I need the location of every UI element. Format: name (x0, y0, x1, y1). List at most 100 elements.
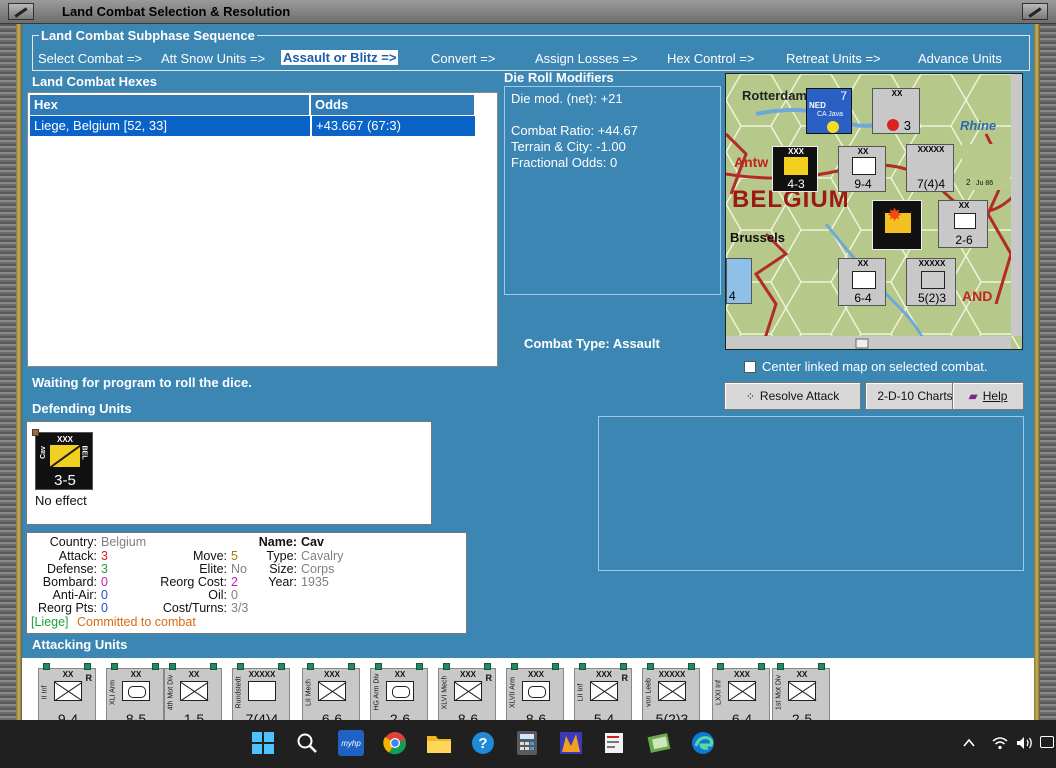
attacking-unit-counter[interactable]: XXX LXXI Inf 6-4 (712, 663, 770, 728)
myhp-icon[interactable]: myhp (338, 730, 364, 756)
search-icon[interactable] (294, 730, 320, 756)
attacking-unit-symbol (318, 681, 346, 701)
step-att-snow-units: Att Snow Units => (161, 51, 266, 66)
status-text: Waiting for program to roll the dice. (32, 375, 252, 390)
charts-button[interactable]: 2-D-10 Charts (865, 382, 965, 410)
attacking-unit-counter[interactable]: XXXXX Rundstedt 7(4)4 (232, 663, 290, 728)
map-unit-6[interactable]: XX 2-6 (938, 200, 988, 248)
attacking-unit-symbol (454, 681, 482, 701)
center-map-checkbox[interactable] (744, 361, 756, 373)
map-unit-vonleeb[interactable]: XXXXX 5(2)3 (906, 258, 956, 306)
attacking-unit-symbol (788, 681, 816, 701)
map-unit-4-size: XX (857, 147, 869, 156)
hex-row-hex[interactable]: Liege, Belgium [52, 33] (30, 116, 310, 136)
attacking-unit-led-left (717, 663, 724, 670)
attacking-unit-counter[interactable]: XX 4th Mot Div 1-5 (164, 663, 222, 728)
tray-chevron-up-icon[interactable] (962, 736, 976, 750)
info-type-label: Type: (266, 549, 297, 563)
map-unit-ju86-name: Ju 86 (976, 180, 994, 187)
attacking-unit-counter[interactable]: XXX LII Inf R 5-4 (574, 663, 632, 728)
map-unit-rundstedt[interactable]: XXXXX 7(4)4 (906, 144, 954, 192)
attacking-unit-counter[interactable]: XXX XLVII Arm 8-6 (506, 663, 564, 728)
step-select-combat: Select Combat => (38, 51, 143, 66)
resolve-attack-button[interactable]: ⁘ Resolve Attack (724, 382, 861, 410)
info-attack: 3 (101, 549, 108, 563)
file-explorer-icon[interactable] (426, 730, 452, 756)
defending-unit-counter[interactable]: XXX Cav BEL 3-5 (32, 429, 93, 490)
attacking-unit-led-right (210, 663, 217, 670)
wifi-icon[interactable] (992, 735, 1008, 751)
attacking-unit-led-right (484, 663, 491, 670)
attacking-unit-symbol (590, 681, 618, 701)
map-unit-bel[interactable]: XXX 4-3 (772, 146, 818, 192)
map-unit-4[interactable]: XX 9-4 (838, 146, 886, 192)
defending-unit-result: No effect (35, 493, 87, 508)
attacking-unit-counter[interactable]: XXX XLVI Mech R 8-6 (438, 663, 496, 728)
hex-row-odds[interactable]: +43.667 (67:3) (311, 116, 475, 136)
attacking-unit-counter[interactable]: XX XLI Arm 8-5 (106, 663, 164, 728)
attacking-unit-symbol (522, 681, 550, 701)
window-right-frame (1040, 24, 1056, 720)
attacking-unit-counter[interactable]: XX 1st Mot Div 2-5 (772, 663, 830, 728)
col-header-hex[interactable]: Hex (30, 95, 310, 115)
attacking-unit-counter[interactable]: XXX LII Mech 6-6 (302, 663, 360, 728)
attacking-unit-led-right (688, 663, 695, 670)
step-convert: Convert => (431, 51, 496, 66)
taskbar: myhp ? (0, 720, 1056, 768)
app-icon[interactable] (646, 730, 672, 756)
attacking-unit-led-left (43, 663, 50, 670)
edge-icon[interactable] (690, 730, 716, 756)
combat-hexes-table: Hex Odds Liege, Belgium [52, 33] +43.667… (27, 92, 498, 367)
info-defense: 3 (101, 562, 108, 576)
terrain-city: Terrain & City: -1.00 (511, 139, 626, 154)
windows-start-icon[interactable] (250, 730, 276, 756)
map-unit-ned-marker (827, 121, 839, 133)
help-button[interactable]: ▰ Help (952, 382, 1024, 410)
die-mod-net: Die mod. (net): +21 (511, 91, 623, 106)
title-bar[interactable]: Land Combat Selection & Resolution (0, 0, 1056, 24)
info-elite-label: Elite: (199, 562, 227, 576)
map-aircraft-ju86[interactable]: 2 Ju 86 (962, 144, 1010, 190)
info-antiair-label: Anti-Air: (52, 588, 97, 602)
combat-explosion-icon: ✸ (887, 205, 903, 225)
map-unit-9[interactable]: 4 (726, 258, 752, 304)
attacking-unit-name: LII Mech (305, 679, 313, 706)
window-menu-button[interactable] (8, 3, 34, 20)
window-close-button[interactable] (1022, 3, 1048, 20)
map-unit-ned[interactable]: NED CA Java 7 (806, 88, 852, 134)
game-icon[interactable] (558, 730, 584, 756)
map-unit-4-symbol (852, 157, 876, 175)
defending-unit-strength: 3-5 (54, 472, 76, 489)
chrome-icon[interactable] (382, 730, 408, 756)
calculator-icon[interactable] (514, 730, 540, 756)
map-unit-bel-symbol (784, 157, 808, 175)
map-unit-selected[interactable]: ✸ (872, 200, 922, 250)
help-icon[interactable]: ? (470, 730, 496, 756)
attacking-unit-counter[interactable]: XX II Inf R 9-4 (38, 663, 96, 728)
col-header-odds[interactable]: Odds (311, 95, 475, 115)
attacking-unit-counter[interactable]: XX HG Arm Div 2-6 (370, 663, 428, 728)
linked-map[interactable]: Rotterdam Rhine Antw BELGIUM Brussels AN… (725, 73, 1023, 350)
map-unit-7[interactable]: XX 6-4 (838, 258, 886, 306)
map-unit-6-symbol (954, 213, 976, 229)
battery-icon[interactable] (1040, 736, 1054, 748)
right-rail (1034, 24, 1040, 720)
charts-label: 2-D-10 Charts (877, 389, 953, 403)
defending-unit-nation: BEL (80, 445, 88, 460)
attacking-unit-counter[interactable]: XXXXX von Leeb 5(2)3 (642, 663, 700, 728)
subphase-sequence: Land Combat Subphase Sequence Select Com… (32, 28, 1030, 71)
map-unit-7-symbol (852, 271, 876, 289)
volume-icon[interactable] (1016, 735, 1034, 751)
map-unit-vonleeb-symbol (921, 271, 945, 289)
main-content: Land Combat Subphase Sequence Select Com… (22, 24, 1034, 728)
defending-unit-symbol (50, 445, 80, 467)
attacking-unit-name: II Inf (41, 685, 49, 700)
attacking-unit-name: LXXI Inf (715, 680, 723, 705)
attacking-unit-led-left (375, 663, 382, 670)
map-unit-2[interactable]: XX 3 (872, 88, 920, 134)
attacking-unit-symbol (728, 681, 756, 701)
attacking-units-strip: XX II Inf R 9-4 XX XLI Arm 8-5 XX 4th Mot Div 1-5… (22, 658, 1034, 728)
info-attack-label: Attack: (58, 549, 97, 563)
hexes-label: Land Combat Hexes (32, 74, 157, 89)
notes-icon[interactable] (602, 730, 628, 756)
